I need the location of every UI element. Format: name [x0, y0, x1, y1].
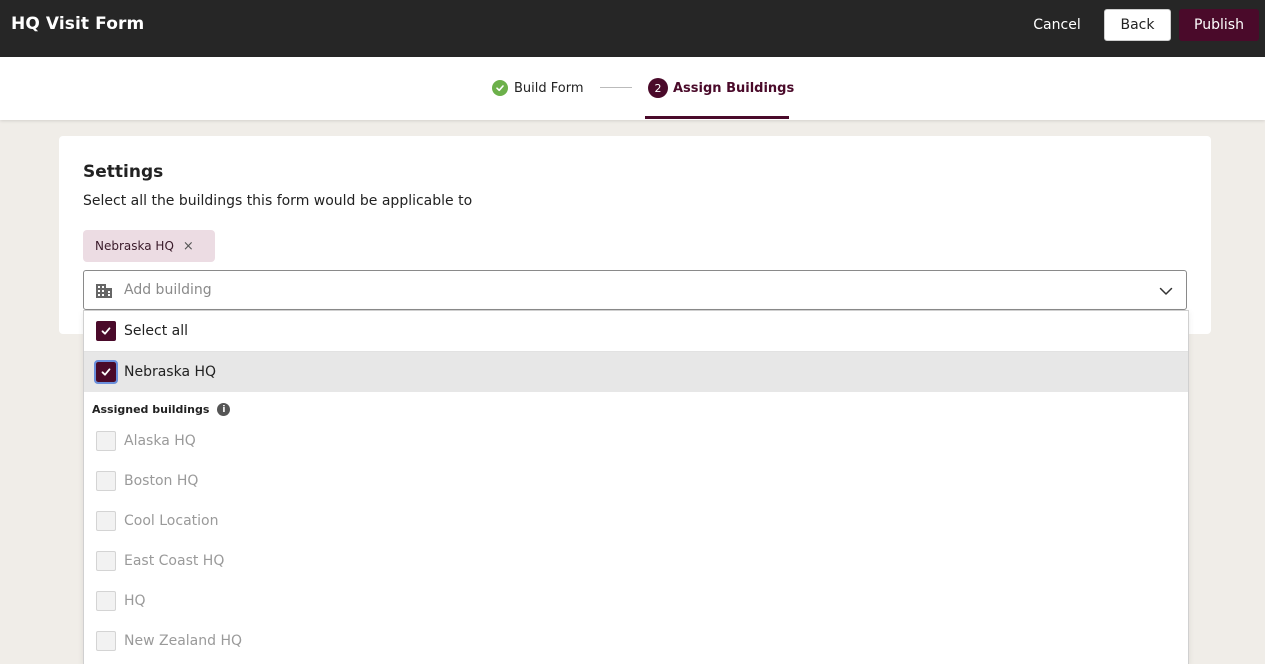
chip-label: Nebraska HQ	[95, 239, 174, 253]
option-label: Cool Location	[124, 513, 219, 529]
list-item: Cool Location	[84, 501, 1188, 541]
chevron-down-icon[interactable]	[1159, 283, 1173, 302]
option-checkbox[interactable]	[94, 360, 118, 384]
selected-building-chip: Nebraska HQ ×	[83, 230, 215, 262]
option-label: Boston HQ	[124, 473, 199, 489]
list-item[interactable]: Nebraska HQ	[84, 352, 1188, 392]
building-icon	[95, 281, 113, 303]
select-all-checkbox[interactable]	[96, 321, 116, 341]
form-title: HQ Visit Form	[11, 14, 145, 34]
building-combobox[interactable]	[83, 270, 1187, 310]
add-building-input[interactable]	[124, 279, 1124, 301]
option-checkbox	[96, 591, 116, 611]
assigned-buildings-heading: Assigned buildings i	[92, 403, 231, 416]
building-dropdown-list: Select all Nebraska HQ Assigned building…	[83, 310, 1189, 664]
check-circle-icon	[492, 80, 508, 96]
step-assign-buildings[interactable]: 2 Assign Buildings	[648, 78, 795, 98]
option-checkbox	[96, 511, 116, 531]
option-checkbox	[96, 471, 116, 491]
top-bar: HQ Visit Form Cancel Back Publish	[0, 0, 1265, 57]
option-checkbox	[96, 431, 116, 451]
cancel-button[interactable]: Cancel	[1022, 9, 1092, 41]
step-label: Build Form	[514, 80, 584, 96]
step-number-badge: 2	[648, 78, 668, 98]
settings-description: Select all the buildings this form would…	[83, 193, 473, 209]
list-item: Boston HQ	[84, 461, 1188, 501]
step-build-form[interactable]: Build Form	[492, 79, 584, 97]
list-item: East Coast HQ	[84, 541, 1188, 581]
info-icon[interactable]: i	[217, 403, 231, 416]
select-all-option[interactable]: Select all	[84, 311, 1188, 352]
option-label: Alaska HQ	[124, 433, 196, 449]
option-label: Nebraska HQ	[124, 364, 217, 380]
step-label: Assign Buildings	[673, 80, 795, 96]
list-item: New Zealand HQ	[84, 621, 1188, 661]
active-step-indicator	[645, 116, 789, 119]
option-label: New Zealand HQ	[124, 633, 242, 649]
option-label: HQ	[124, 593, 146, 609]
list-item: HQ	[84, 581, 1188, 621]
step-connector	[600, 87, 632, 88]
list-item: Alaska HQ	[84, 421, 1188, 461]
back-button[interactable]: Back	[1104, 9, 1171, 41]
step-bar: Build Form 2 Assign Buildings	[0, 57, 1265, 120]
option-checkbox	[96, 551, 116, 571]
publish-button[interactable]: Publish	[1179, 9, 1259, 41]
option-checkbox	[96, 631, 116, 651]
option-label: East Coast HQ	[124, 553, 225, 569]
option-label: Select all	[124, 323, 188, 339]
section-label: Assigned buildings	[92, 403, 210, 416]
settings-heading: Settings	[83, 162, 164, 182]
chip-remove-icon[interactable]: ×	[183, 239, 194, 254]
